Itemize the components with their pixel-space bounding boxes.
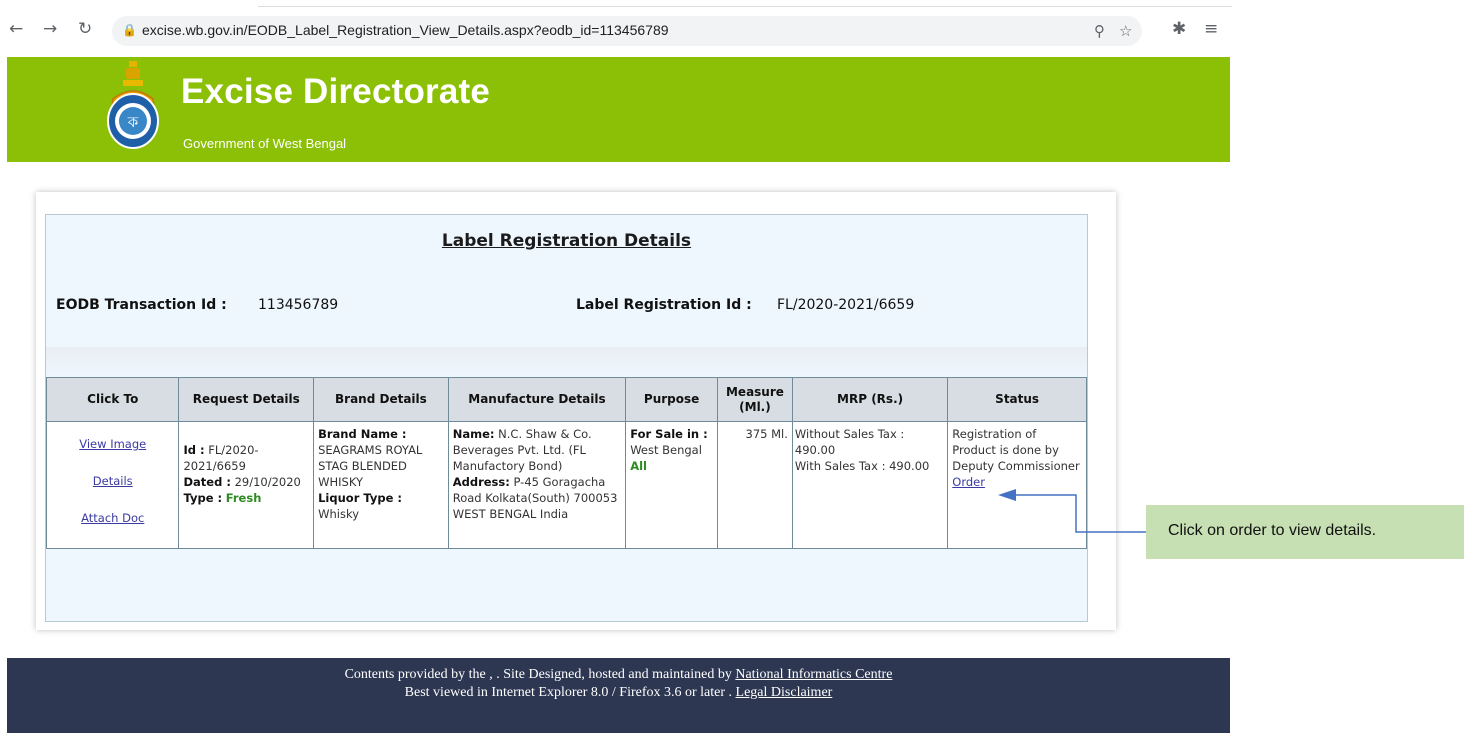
click-to-cell: View Image Details Attach Doc <box>45 421 180 549</box>
id-label: Id : <box>183 443 205 457</box>
measure-cell: 375 Ml. <box>716 421 793 549</box>
brand-details-cell: Brand Name : SEAGRAMS ROYAL STAG BLENDED… <box>313 421 449 549</box>
column-header: Measure (Ml.) <box>716 377 793 422</box>
request-details-cell: Id : FL/2020-2021/6659 Dated : 29/10/202… <box>178 421 315 549</box>
footer-credits-text: Contents provided by the , . Site Design… <box>344 667 732 682</box>
annotation-callout: Click on order to view details. <box>1146 505 1464 559</box>
manufacture-details-cell: Name: N.C. Shaw & Co. Beverages Pvt. Ltd… <box>447 421 627 549</box>
brand-name-label: Brand Name : <box>318 427 407 441</box>
dated-value: 29/10/2020 <box>234 475 301 489</box>
manufacturer-name-label: Name: <box>452 427 495 441</box>
reading-list-icon[interactable]: ≡ <box>1204 19 1218 39</box>
site-footer: Contents provided by the , . Site Design… <box>7 658 1230 733</box>
eodb-transaction-label: EODB Transaction Id : <box>56 297 227 313</box>
brand-name-value: SEAGRAMS ROYAL STAG BLENDED WHISKY <box>318 443 423 489</box>
column-header: Manufacture Details <box>447 377 627 422</box>
column-header: Request Details <box>178 377 315 422</box>
column-header: Click To <box>45 377 180 422</box>
address-bar[interactable]: 🔒 excise.wb.gov.in/EODB_Label_Registrati… <box>112 16 1142 46</box>
nic-link[interactable]: National Informatics Centre <box>735 667 892 682</box>
label-registration-value: FL/2020-2021/6659 <box>777 297 915 313</box>
extensions-puzzle-icon[interactable]: ✱ <box>1172 19 1186 39</box>
browser-toolbar: ← → ↻ 🔒 excise.wb.gov.in/EODB_Label_Regi… <box>0 0 1232 52</box>
for-sale-label: For Sale in : <box>630 427 708 441</box>
url-text: excise.wb.gov.in/EODB_Label_Registration… <box>142 22 669 38</box>
forward-arrow-icon[interactable]: → <box>43 19 57 39</box>
footer-browser-text: Best viewed in Internet Explorer 8.0 / F… <box>404 685 733 700</box>
section-divider <box>46 347 1087 377</box>
lock-icon[interactable]: 🔒 <box>122 23 137 37</box>
column-header: Status <box>947 377 1087 422</box>
status-cell: Registration of Product is done by Deput… <box>947 421 1087 549</box>
column-header: MRP (Rs.) <box>791 377 949 422</box>
reload-icon[interactable]: ↻ <box>78 19 92 39</box>
state-emblem-logo: ক <box>107 61 159 149</box>
column-header: Purpose <box>625 377 718 422</box>
registration-table: Click To Request Details Brand Details M… <box>45 377 1087 549</box>
dated-label: Dated : <box>183 475 231 489</box>
bookmark-star-icon[interactable]: ☆ <box>1119 22 1132 40</box>
mrp-without-tax: Without Sales Tax : 490.00 <box>794 427 905 457</box>
details-card: Label Registration Details EODB Transact… <box>36 192 1116 630</box>
status-text: Registration of Product is done by Deput… <box>952 427 1080 473</box>
zoom-icon[interactable]: ⚲ <box>1094 22 1105 40</box>
site-subtitle: Government of West Bengal <box>183 136 347 151</box>
table-row: View Image Details Attach Doc Id : FL/20… <box>45 421 1087 549</box>
mrp-cell: Without Sales Tax : 490.00 With Sales Ta… <box>791 421 949 549</box>
order-link[interactable]: Order <box>952 475 985 489</box>
details-link[interactable]: Details <box>51 473 174 489</box>
page-title: Label Registration Details <box>441 231 692 251</box>
sale-state: West Bengal <box>630 443 702 457</box>
liquor-type-label: Liquor Type : <box>318 491 402 505</box>
type-value: Fresh <box>225 491 262 505</box>
sale-scope: All <box>630 459 647 473</box>
legal-disclaimer-link[interactable]: Legal Disclaimer <box>736 685 833 700</box>
attach-doc-link[interactable]: Attach Doc <box>51 510 174 526</box>
details-panel: Label Registration Details EODB Transact… <box>45 214 1088 622</box>
type-label: Type : <box>183 491 223 505</box>
back-arrow-icon[interactable]: ← <box>9 19 23 39</box>
table-header-row: Click To Request Details Brand Details M… <box>45 377 1087 422</box>
tab-strip-line <box>258 6 1232 7</box>
label-registration-label: Label Registration Id : <box>576 297 752 313</box>
column-header: Brand Details <box>313 377 449 422</box>
site-title: Excise Directorate <box>181 72 491 111</box>
footer-line-1: Contents provided by the , . Site Design… <box>7 667 1230 683</box>
purpose-cell: For Sale in : West Bengal All <box>625 421 718 549</box>
mrp-with-tax: With Sales Tax : 490.00 <box>794 459 930 473</box>
liquor-type-value: Whisky <box>318 507 360 521</box>
eodb-transaction-value: 113456789 <box>258 297 339 313</box>
address-label: Address: <box>452 475 510 489</box>
view-image-link[interactable]: View Image <box>51 436 174 452</box>
footer-line-2: Best viewed in Internet Explorer 8.0 / F… <box>7 685 1230 701</box>
site-header: ক Excise Directorate Government of West … <box>7 57 1230 162</box>
svg-text:ক: ক <box>127 113 139 131</box>
measure-value: 375 Ml. <box>745 427 788 441</box>
